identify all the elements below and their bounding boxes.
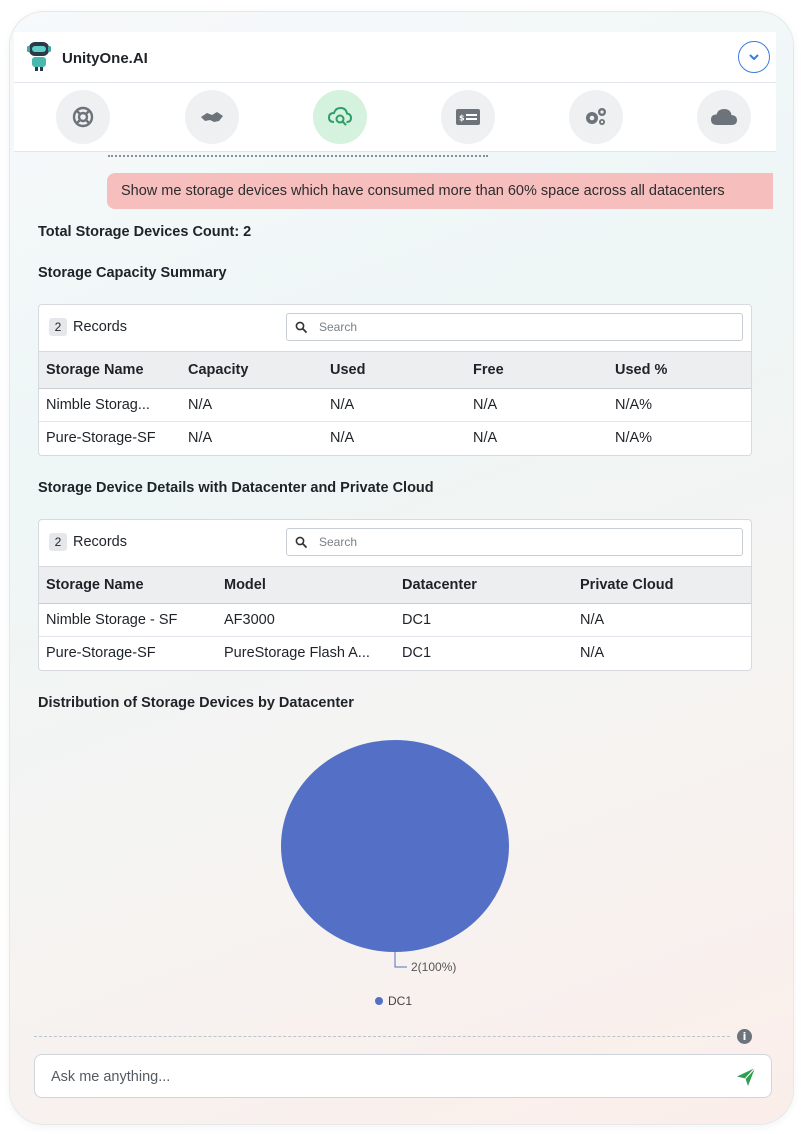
table-cell: Nimble Storage - SF (46, 612, 178, 628)
summary-heading: Storage Capacity Summary (38, 265, 227, 281)
table-search (286, 528, 743, 556)
app-header: UnityOne.AI (14, 32, 776, 83)
lifebuoy-icon (72, 106, 94, 128)
pie-label-leader-line (394, 952, 407, 968)
column-header[interactable]: Storage Name (46, 567, 144, 603)
table-cell: N/A (473, 397, 498, 413)
table-cell: N/A (580, 612, 605, 628)
table-cell: DC1 (402, 612, 432, 628)
records-label: Records (73, 534, 127, 550)
table-row[interactable]: Nimble Storag... N/A N/A N/A N/A% (39, 389, 751, 422)
table-cell: PureStorage Flash A... (224, 645, 370, 661)
search-input[interactable] (317, 319, 721, 335)
column-header[interactable]: Private Cloud (580, 567, 673, 603)
records-count: 2 Records (49, 533, 127, 551)
chart-heading: Distribution of Storage Devices by Datac… (38, 695, 354, 711)
table-cell: N/A (330, 397, 355, 413)
support-button[interactable] (56, 90, 110, 144)
table-cell: DC1 (402, 645, 432, 661)
automation-button[interactable] (569, 90, 623, 144)
table-cell: N/A% (615, 397, 653, 413)
records-count-badge: 2 (49, 318, 67, 336)
table-cell: N/A (473, 430, 498, 446)
cloud-button[interactable] (697, 90, 751, 144)
table-cell: Pure-Storage-SF (46, 430, 156, 446)
robot-logo-icon (26, 40, 52, 77)
user-prompt-bubble: Show me storage devices which have consu… (107, 173, 773, 209)
table-toolbar: 2 Records (39, 520, 751, 566)
cloud-search-button[interactable] (313, 90, 367, 144)
legend-label[interactable]: DC1 (388, 994, 412, 1008)
partners-button[interactable] (185, 90, 239, 144)
total-count-text: Total Storage Devices Count: 2 (38, 224, 252, 240)
column-header[interactable]: Used (330, 352, 365, 388)
legend-marker[interactable] (375, 997, 383, 1005)
cloud-search-icon (327, 106, 353, 126)
brand: UnityOne.AI (26, 40, 148, 77)
handshake-icon (201, 112, 223, 122)
chevron-down-icon (749, 54, 759, 60)
table-cell: Nimble Storag... (46, 397, 150, 413)
column-header[interactable]: Storage Name (46, 352, 144, 388)
records-count: 2 Records (49, 318, 127, 336)
storage-details-table: 2 Records Storage Name Model Datacenter … (38, 519, 752, 671)
table-row[interactable]: Pure-Storage-SF N/A N/A N/A N/A% (39, 422, 751, 454)
search-icon (295, 536, 307, 548)
table-cell: Pure-Storage-SF (46, 645, 156, 661)
feature-toolbar: $ (14, 83, 776, 152)
table-toolbar: 2 Records (39, 305, 751, 351)
chat-input[interactable] (49, 1065, 713, 1089)
app-title: UnityOne.AI (62, 50, 148, 67)
table-cell: N/A (188, 397, 213, 413)
column-header[interactable]: Free (473, 352, 504, 388)
cloud-icon (711, 109, 737, 125)
table-search (286, 313, 743, 341)
details-heading: Storage Device Details with Datacenter a… (38, 480, 434, 496)
previous-message-fragment (108, 151, 508, 159)
column-header[interactable]: Used % (615, 352, 667, 388)
search-icon (295, 321, 307, 333)
table-cell: AF3000 (224, 612, 275, 628)
records-label: Records (73, 319, 127, 335)
gears-icon (586, 108, 606, 125)
table-cell: N/A (188, 430, 213, 446)
info-icon[interactable]: i (737, 1029, 752, 1044)
collapse-button[interactable] (738, 41, 770, 73)
table-row[interactable]: Nimble Storage - SF AF3000 DC1 N/A (39, 604, 751, 637)
search-input[interactable] (317, 534, 721, 550)
billing-button[interactable]: $ (441, 90, 495, 144)
pie-chart: 2(100%) DC1 (281, 740, 509, 1008)
chat-input-box (34, 1054, 772, 1098)
table-cell: N/A (330, 430, 355, 446)
svg-text:$: $ (459, 114, 465, 123)
pie-slice-dc1[interactable] (281, 740, 509, 952)
divider (34, 1036, 730, 1037)
billing-card-icon: $ (456, 109, 480, 125)
records-count-badge: 2 (49, 533, 67, 551)
send-icon[interactable] (735, 1066, 757, 1088)
capacity-summary-table: 2 Records Storage Name Capacity Used Fre… (38, 304, 752, 456)
table-cell: N/A (580, 645, 605, 661)
table-cell: N/A% (615, 430, 653, 446)
column-header[interactable]: Datacenter (402, 567, 477, 603)
pie-data-label: 2(100%) (411, 960, 456, 974)
column-header[interactable]: Capacity (188, 352, 248, 388)
table-row[interactable]: Pure-Storage-SF PureStorage Flash A... D… (39, 637, 751, 669)
table-header: Storage Name Capacity Used Free Used % (39, 351, 751, 389)
table-header: Storage Name Model Datacenter Private Cl… (39, 566, 751, 604)
column-header[interactable]: Model (224, 567, 266, 603)
